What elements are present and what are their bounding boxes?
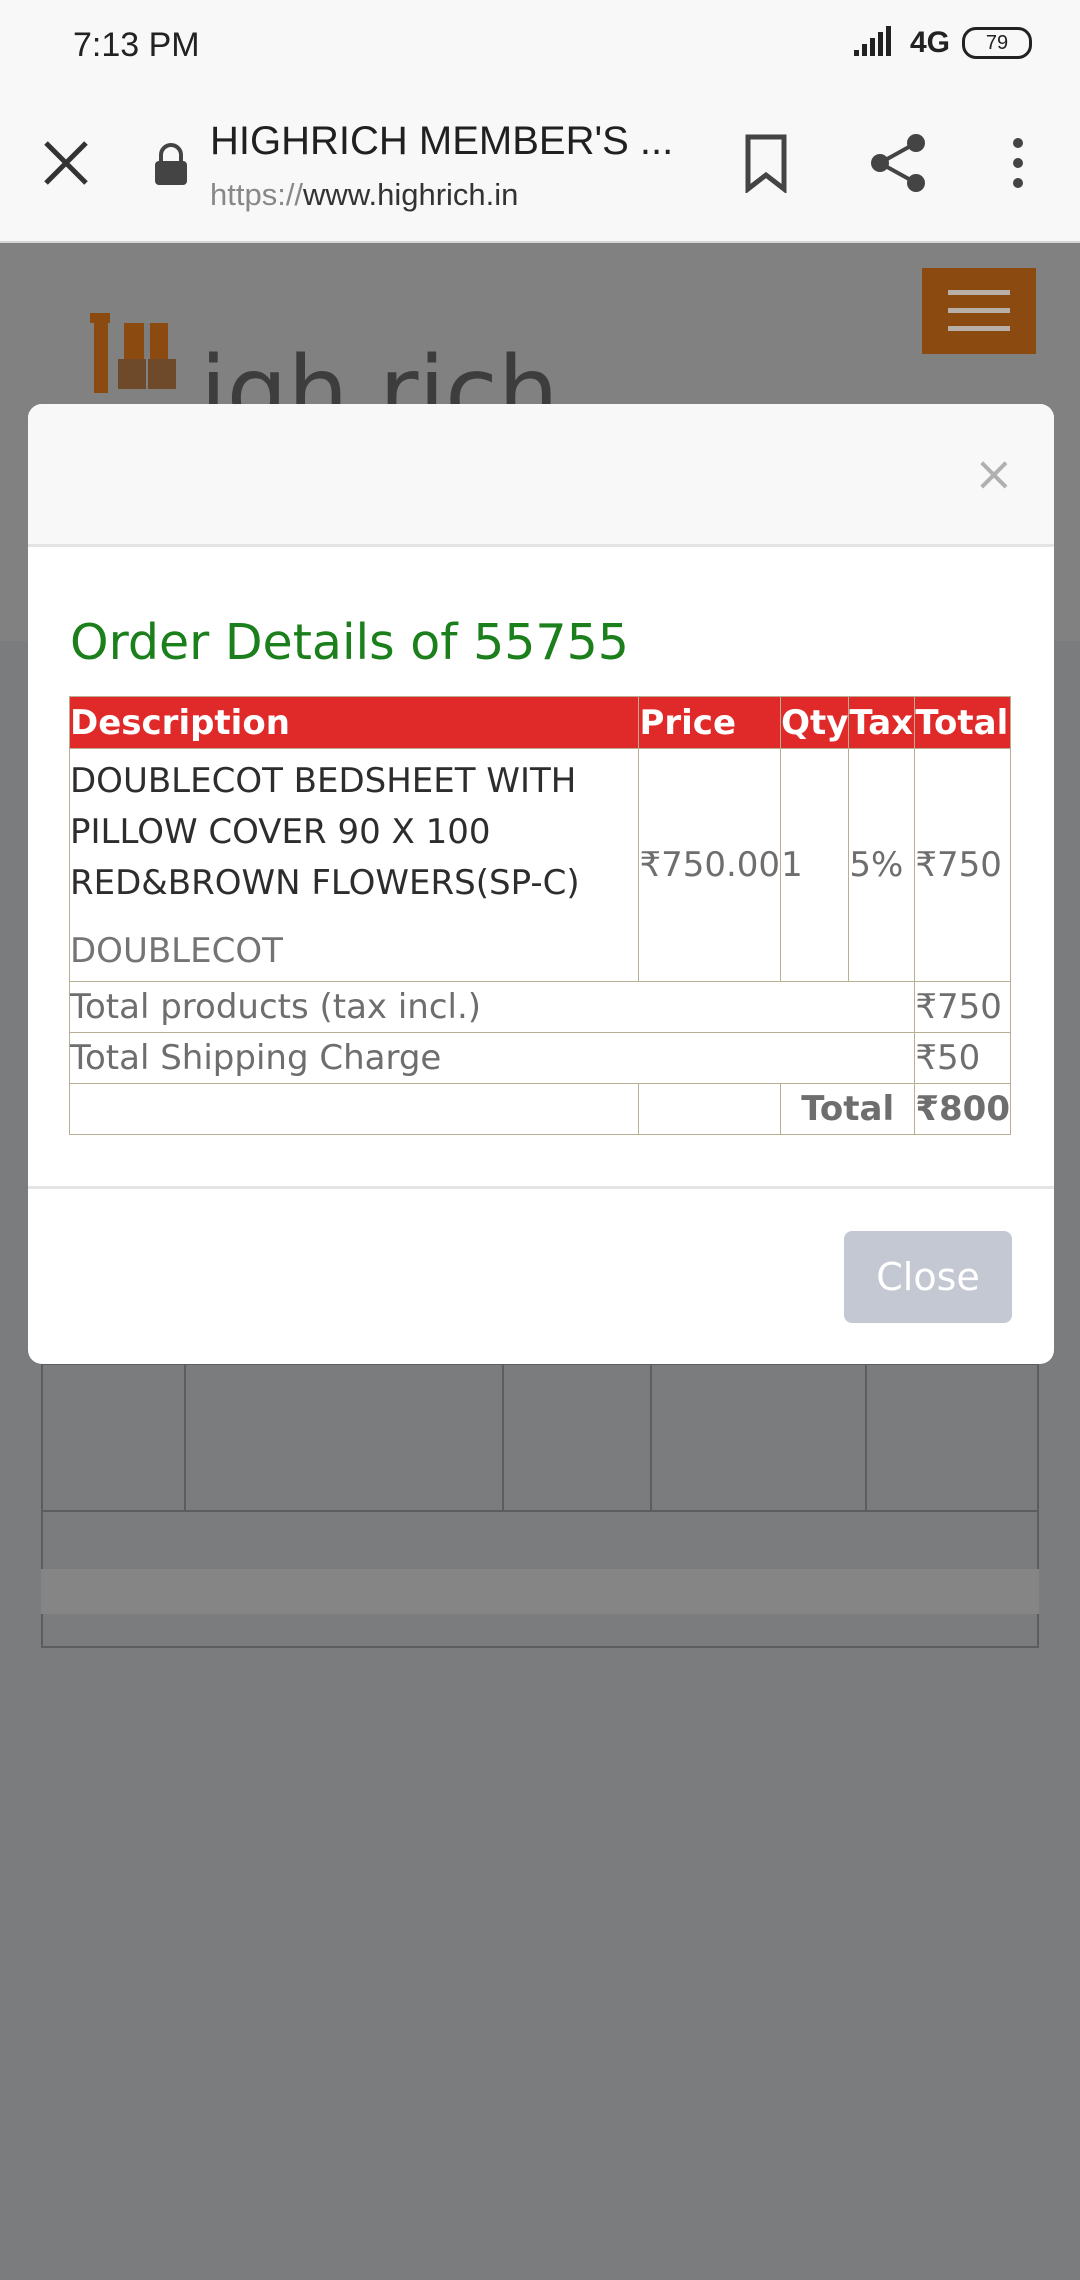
header-description: Description [68, 696, 640, 749]
item-price: ₹750.00 [638, 748, 782, 982]
grand-total-row: Total ₹800 [68, 1083, 1011, 1135]
url-host: www.highrich.in [303, 177, 519, 212]
more-options-icon[interactable] [1000, 135, 1036, 191]
status-time: 7:13 PM [73, 26, 200, 64]
bookmark-icon[interactable] [740, 133, 792, 193]
item-name: DOUBLECOT BEDSHEET WITH PILLOW COVER 90 … [70, 760, 580, 903]
modal-footer: Close [28, 1186, 1054, 1364]
page-title[interactable]: HIGHRICH MEMBER'S ... [210, 119, 690, 164]
url-protocol: https:// [210, 177, 304, 212]
close-tab-icon[interactable] [40, 137, 92, 189]
item-total: ₹750 [914, 748, 1011, 982]
lock-icon [155, 143, 187, 185]
table-row: DOUBLECOT BEDSHEET WITH PILLOW COVER 90 … [68, 748, 1011, 982]
modal-close-icon[interactable]: × [974, 446, 1014, 502]
status-icons: 4G 79 [853, 26, 1032, 60]
grand-total-value: ₹800 [914, 1083, 1011, 1135]
header-total: Total [914, 696, 1011, 749]
share-icon[interactable] [868, 131, 930, 195]
signal-icon [853, 26, 898, 58]
background-band [41, 1569, 1039, 1614]
item-category: DOUBLECOT [70, 930, 283, 971]
status-bar: 7:13 PM 4G 79 [0, 0, 1080, 95]
shipping-row: Total Shipping Charge ₹50 [68, 1032, 1011, 1084]
item-description-cell: DOUBLECOT BEDSHEET WITH PILLOW COVER 90 … [68, 748, 640, 982]
shipping-value: ₹50 [914, 1032, 1011, 1084]
header-tax: Tax [848, 696, 916, 749]
grand-total-label: Total [780, 1083, 916, 1135]
total-products-label: Total products (tax incl.) [68, 981, 916, 1033]
total-products-value: ₹750 [914, 981, 1011, 1033]
menu-button[interactable] [922, 268, 1036, 354]
header-qty: Qty [780, 696, 850, 749]
item-tax: 5% [848, 748, 916, 982]
browser-toolbar: HIGHRICH MEMBER'S ... https://www.highri… [0, 95, 1080, 243]
table-header-row: Description Price Qty Tax Total [68, 696, 1011, 749]
order-details-modal: × Order Details of 55755 Description Pri… [28, 404, 1054, 1364]
close-button[interactable]: Close [844, 1231, 1012, 1323]
grand-total-empty-cell [638, 1083, 782, 1135]
url-text[interactable]: https://www.highrich.in [210, 177, 518, 213]
total-products-row: Total products (tax incl.) ₹750 [68, 981, 1011, 1033]
shipping-label: Total Shipping Charge [68, 1032, 916, 1084]
modal-header: × [28, 404, 1054, 547]
header-price: Price [638, 696, 782, 749]
grand-total-empty-cell [68, 1083, 640, 1135]
network-type: 4G [909, 26, 950, 59]
order-title: Order Details of 55755 [70, 614, 629, 671]
order-table: Description Price Qty Tax Total DOUBLECO… [68, 696, 1011, 1135]
battery-icon: 79 [962, 27, 1032, 59]
item-qty: 1 [780, 748, 850, 982]
